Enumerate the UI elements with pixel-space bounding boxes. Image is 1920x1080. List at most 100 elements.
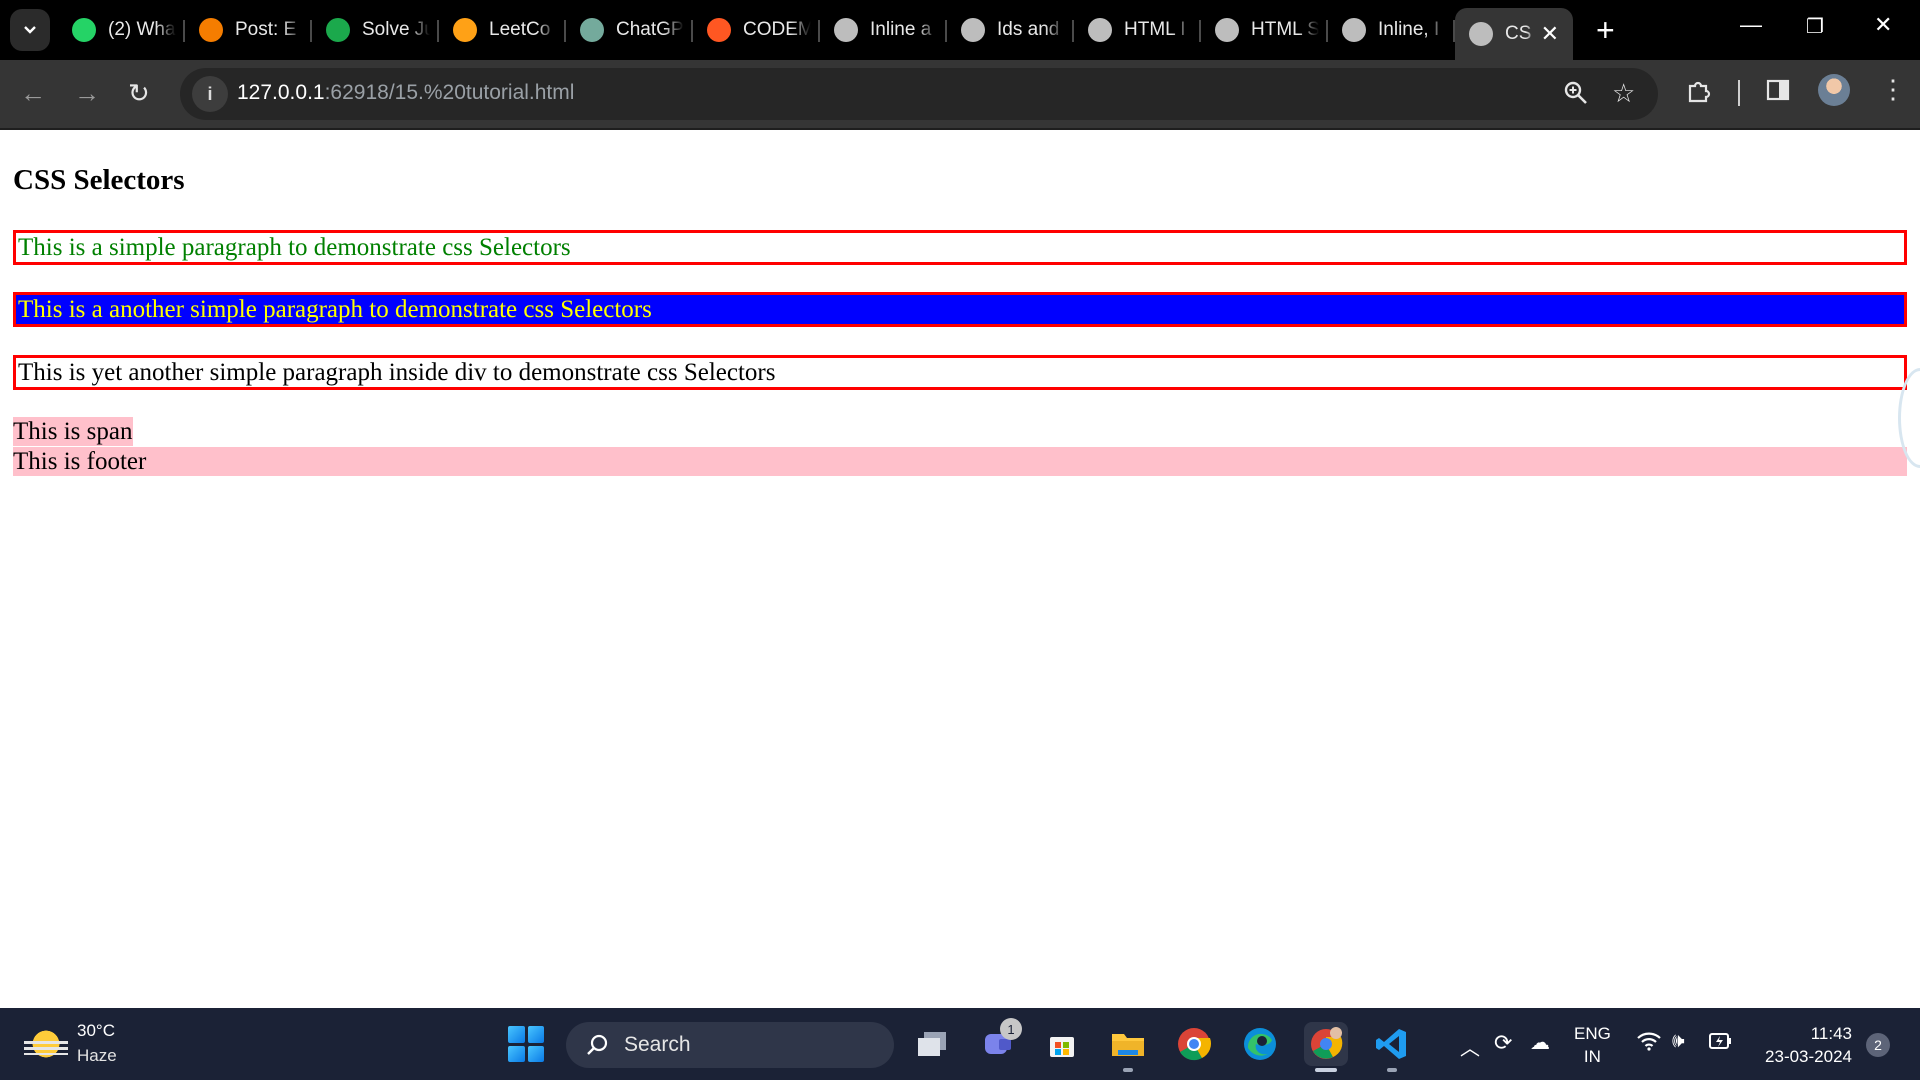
bookmark-star-icon[interactable]: ☆ <box>1612 78 1635 109</box>
chevron-down-icon <box>24 26 36 34</box>
browser-tab[interactable]: Solve Ju <box>312 8 439 52</box>
system-clock[interactable]: 11:43 23-03-2024 <box>1754 1022 1852 1068</box>
chrome-profile-active-icon[interactable] <box>1304 1022 1348 1072</box>
toolbar-divider <box>1738 80 1740 106</box>
windows-logo-tile <box>527 1026 544 1043</box>
notification-count[interactable]: 2 <box>1866 1033 1890 1057</box>
browser-tab[interactable]: Inline, I <box>1328 8 1455 52</box>
weather-condition[interactable]: Haze <box>77 1046 117 1066</box>
forward-button[interactable]: → <box>74 78 100 108</box>
menu-kebab-icon[interactable]: ⋮ <box>1880 74 1906 105</box>
close-window-button[interactable]: ✕ <box>1874 12 1892 38</box>
puzzle-icon <box>1688 81 1711 103</box>
edge-logo-icon <box>1244 1028 1276 1060</box>
sync-icon[interactable]: ⟳ <box>1494 1030 1512 1056</box>
vscode-icon[interactable] <box>1370 1022 1414 1072</box>
battery-glyph-icon <box>1709 1033 1731 1049</box>
blogger-icon <box>199 18 223 42</box>
task-view-icon[interactable] <box>910 1022 954 1066</box>
weather-temperature[interactable]: 30°C <box>77 1021 115 1041</box>
tab-title: CODEM <box>743 19 811 40</box>
reload-button[interactable]: ↻ <box>128 78 150 108</box>
tab-title: Post: E <box>235 19 297 40</box>
back-button[interactable]: ← <box>20 78 46 108</box>
paragraph-in-div: This is yet another simple paragraph ins… <box>13 355 1907 390</box>
extensions-icon[interactable] <box>1686 78 1712 111</box>
zoom-icon[interactable] <box>1563 80 1589 113</box>
chrome-logo-icon <box>1178 1028 1212 1061</box>
globe-icon <box>961 18 985 42</box>
url-text[interactable]: 127.0.0.1:62918/15.%20tutorial.html <box>237 81 574 105</box>
browser-tab[interactable]: Ids and <box>947 8 1074 52</box>
store-bag-icon <box>1050 1037 1074 1057</box>
arrow-right-icon: → <box>74 78 100 108</box>
minimize-button[interactable]: — <box>1740 12 1762 38</box>
tab-strip: (2) Wha Post: E Solve Ju LeetCo ChatGP CODEM I… <box>0 0 1920 60</box>
wifi-icon[interactable] <box>1636 1030 1662 1058</box>
new-tab-button[interactable]: + <box>1596 12 1615 48</box>
clock-date: 23-03-2024 <box>1765 1047 1852 1066</box>
footer-element: This is footer <box>13 447 1907 476</box>
tab-title: LeetCo <box>489 19 551 40</box>
profile-avatar[interactable] <box>1818 74 1850 106</box>
paragraph-blue: This is a another simple paragraph to de… <box>13 292 1907 327</box>
globe-icon <box>834 18 858 42</box>
running-indicator <box>1315 1068 1337 1072</box>
globe-icon <box>1088 18 1112 42</box>
browser-tab[interactable]: (2) Wha <box>58 8 185 52</box>
globe-icon <box>1342 18 1366 42</box>
tab-search-button[interactable] <box>10 9 50 51</box>
windows-taskbar: 30°C Haze Search 1 ︿ ⟳ ☁ ENG IN 🕪 11:43 … <box>0 1008 1920 1080</box>
teams-chat-icon[interactable]: 1 <box>976 1018 1022 1066</box>
search-icon <box>587 1034 608 1055</box>
file-explorer-icon[interactable] <box>1106 1022 1150 1072</box>
browser-tab[interactable]: Post: E <box>185 8 312 52</box>
paragraph-green: This is a simple paragraph to demonstrat… <box>13 230 1907 265</box>
language-code: ENG <box>1574 1024 1611 1043</box>
battery-charging-icon[interactable] <box>1708 1030 1732 1058</box>
tab-title: Inline, I <box>1378 19 1440 40</box>
search-label: Search <box>624 1033 691 1056</box>
leetcode-icon <box>453 18 477 42</box>
language-indicator[interactable]: ENG IN <box>1574 1022 1611 1068</box>
browser-tab[interactable]: CODEM <box>693 8 820 52</box>
address-bar[interactable]: i 127.0.0.1:62918/15.%20tutorial.html ☆ <box>180 68 1658 120</box>
globe-icon <box>1215 18 1239 42</box>
onedrive-cloud-icon[interactable]: ☁ <box>1530 1030 1550 1055</box>
folder-icon <box>1112 1034 1144 1056</box>
browser-tab[interactable]: HTML S <box>1201 8 1328 52</box>
hackerrank-icon <box>326 18 350 42</box>
weather-haze-icon[interactable] <box>24 1026 68 1062</box>
vscode-logo-icon <box>1376 1029 1406 1059</box>
browser-tab[interactable]: Inline a <box>820 8 947 52</box>
tab-title: HTML I <box>1124 19 1186 40</box>
magnifier-plus-icon <box>1564 81 1587 104</box>
arrow-left-icon: ← <box>20 78 46 108</box>
browser-toolbar: ← → ↻ i 127.0.0.1:62918/15.%20tutorial.h… <box>0 60 1920 130</box>
volume-icon[interactable]: 🕪 <box>1672 1030 1685 1053</box>
reload-icon: ↻ <box>128 78 150 108</box>
url-path: :62918/15.%20tutorial.html <box>324 81 575 104</box>
globe-icon <box>1469 22 1493 46</box>
site-info-icon[interactable]: i <box>192 76 228 112</box>
browser-tab-active[interactable]: CS ✕ <box>1455 8 1573 60</box>
side-panel-icon[interactable] <box>1766 78 1790 109</box>
browser-tab[interactable]: LeetCo <box>439 8 566 52</box>
show-hidden-icons-chevron-icon[interactable]: ︿ <box>1460 1032 1480 1061</box>
close-tab-icon[interactable]: ✕ <box>1541 21 1559 47</box>
chrome-icon[interactable] <box>1172 1022 1216 1066</box>
microsoft-store-icon[interactable] <box>1040 1022 1084 1066</box>
browser-tab[interactable]: ChatGP <box>566 8 693 52</box>
tab-title: Solve Ju <box>362 19 430 40</box>
restore-button[interactable]: ❐ <box>1806 14 1824 39</box>
page-viewport: CSS Selectors This is a simple paragraph… <box>0 130 1920 1008</box>
taskbar-search[interactable]: Search <box>566 1022 894 1068</box>
chrome-profile-logo-icon <box>1311 1027 1343 1059</box>
edge-icon[interactable] <box>1238 1022 1282 1066</box>
task-view-glyph-icon <box>918 1032 946 1056</box>
windows-logo-tile <box>527 1045 544 1062</box>
start-button[interactable] <box>508 1026 544 1062</box>
browser-tab[interactable]: HTML I <box>1074 8 1201 52</box>
blogger-icon <box>707 18 731 42</box>
clock-time: 11:43 <box>1810 1024 1852 1043</box>
